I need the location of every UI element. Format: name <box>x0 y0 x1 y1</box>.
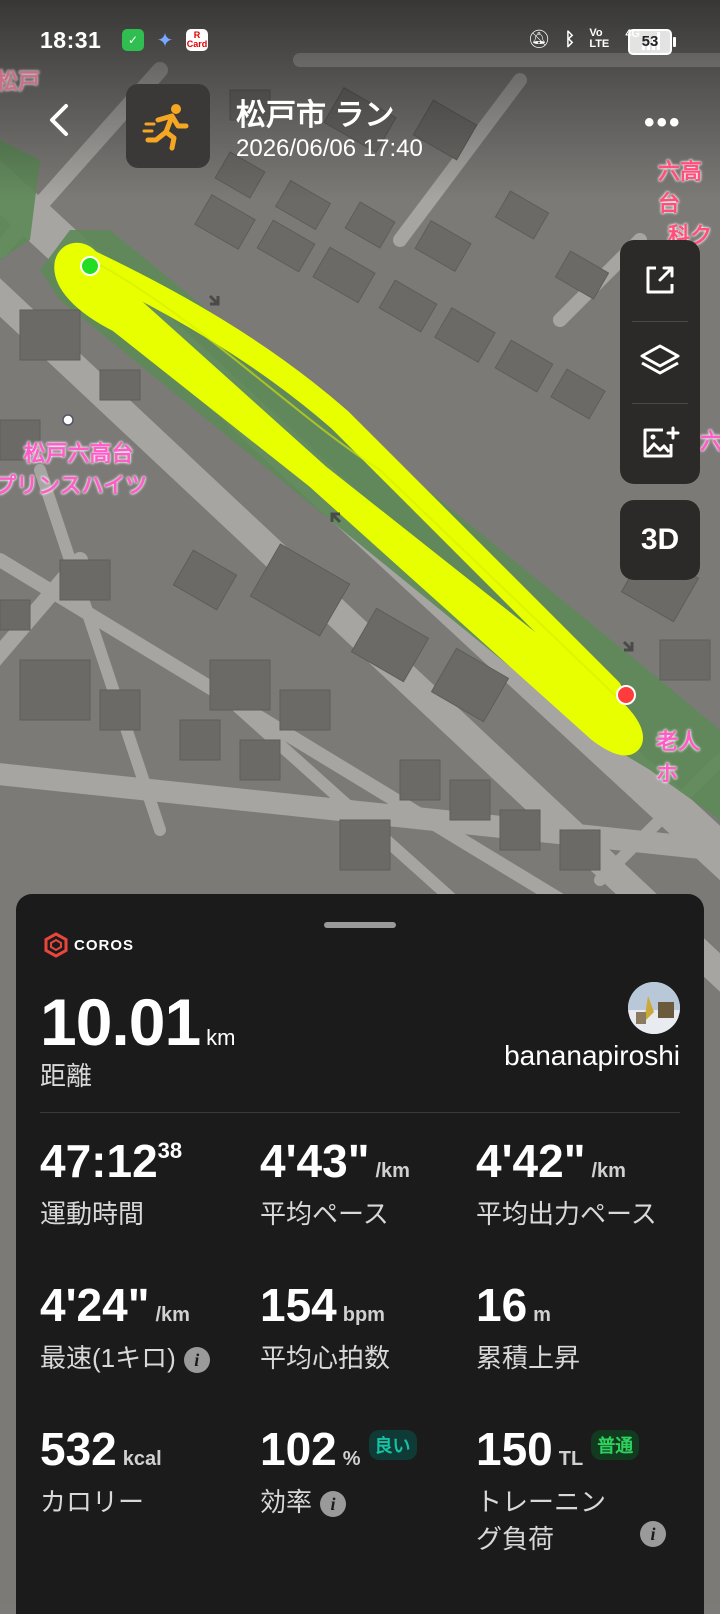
stat-unit: /km <box>591 1160 626 1182</box>
stat-avg-pace: 4'43"/km 平均ペース <box>260 1134 410 1231</box>
stat-value: 4'42"/km <box>476 1134 657 1188</box>
running-icon <box>126 84 210 168</box>
stat-value: 150 TL 普通 <box>476 1422 666 1476</box>
stat-main: 4'43" <box>260 1135 370 1187</box>
status-bar: 18:31 ✓ ✦ R Card 🔕︎ ᛒ Vo LTE 4G 53 <box>0 0 720 80</box>
share-icon <box>646 266 674 294</box>
coros-hexagon-icon <box>44 932 68 958</box>
stat-unit: TL <box>558 1448 584 1470</box>
stat-main: 16 <box>476 1279 528 1331</box>
stat-label: 平均心拍数 <box>260 1343 391 1373</box>
stat-label-line2: グ負荷 <box>476 1524 555 1554</box>
stat-label: カロリー <box>40 1487 145 1517</box>
mute-bell-icon: 🔕︎ <box>527 28 551 49</box>
gemini-icon: ✦ <box>156 29 174 52</box>
stat-label-row: グ負荷 i <box>476 1519 666 1556</box>
stat-label: 運動時間 <box>40 1199 145 1229</box>
stat-moving-time: 47:1238 運動時間 <box>40 1134 182 1231</box>
stat-label: トレーニン <box>476 1487 607 1517</box>
stat-label: 平均ペース <box>260 1199 389 1229</box>
volte-icon: Vo LTE <box>589 27 610 50</box>
stat-elevation-gain: 16 m 累積上昇 <box>476 1278 580 1375</box>
map-label-nursing-home: 老人ホ <box>656 729 701 786</box>
drag-handle[interactable] <box>324 922 396 928</box>
stat-main: 4'42" <box>476 1135 586 1187</box>
stat-main: 150 <box>476 1423 553 1475</box>
chevron-left-icon <box>50 104 68 136</box>
more-options-button[interactable]: ••• <box>644 106 682 140</box>
stat-fastest-km: 4'24"/km 最速(1キロ) i <box>40 1278 210 1375</box>
info-icon[interactable]: i <box>640 1521 666 1547</box>
battery-indicator: 53 <box>628 29 676 55</box>
3d-view-button[interactable]: 3D <box>620 500 700 580</box>
image-add-icon <box>643 426 680 458</box>
info-icon[interactable]: i <box>320 1491 347 1518</box>
stat-label-row: 効率 i <box>260 1482 417 1519</box>
divider <box>40 1112 680 1113</box>
stat-main: 102 <box>260 1423 337 1475</box>
map-label-roku: 六 <box>700 429 720 454</box>
stat-unit: /km <box>155 1304 190 1326</box>
share-button[interactable] <box>620 240 700 320</box>
layers-button[interactable] <box>620 322 700 402</box>
stat-main: 47:12 <box>40 1135 158 1187</box>
stat-superscript: 38 <box>157 1138 183 1163</box>
username[interactable]: bananapiroshi <box>504 1040 680 1072</box>
avatar[interactable] <box>628 982 680 1034</box>
stat-training-load: 150 TL 普通 トレーニン グ負荷 i <box>476 1422 666 1556</box>
activity-title: 松戸市 ラン <box>236 99 395 132</box>
shield-icon: ✓ <box>122 29 144 51</box>
map-label-line: 松戸六高台 <box>23 441 134 466</box>
layers-icon <box>640 344 680 375</box>
map-toolbar <box>620 240 700 484</box>
start-marker <box>80 256 100 276</box>
bluetooth-icon: ᛒ <box>564 28 576 49</box>
more-horizontal-icon: ••• <box>644 106 682 139</box>
status-time: 18:31 <box>40 27 102 53</box>
stat-unit: % <box>342 1448 361 1470</box>
activity-header: 松戸市 ラン 2026/06/06 17:40 ••• <box>0 80 720 170</box>
map-label-line: プリンスハイツ <box>0 473 148 498</box>
stat-label: 平均出力ペース <box>476 1199 657 1229</box>
stat-unit: kcal <box>122 1448 162 1470</box>
back-button[interactable] <box>44 100 84 150</box>
end-marker <box>616 685 636 705</box>
stat-calories: 532 kcal カロリー <box>40 1422 162 1519</box>
stat-value: 4'24"/km <box>40 1278 210 1332</box>
stat-value: 4'43"/km <box>260 1134 410 1188</box>
stat-unit: /km <box>375 1160 410 1182</box>
stat-label: 最速(1キロ) <box>40 1343 176 1373</box>
stat-unit: m <box>533 1304 551 1326</box>
brand-name: COROS <box>74 936 135 954</box>
stat-label-row: 最速(1キロ) i <box>40 1338 210 1375</box>
efficiency-badge: 良い <box>368 1429 417 1460</box>
poi-marker <box>62 414 74 426</box>
stat-value: 102 % 良い <box>260 1422 417 1476</box>
stat-avg-heart-rate: 154 bpm 平均心拍数 <box>260 1278 390 1375</box>
stat-main: 532 <box>40 1423 117 1475</box>
stat-value: 532 kcal <box>40 1422 162 1476</box>
stat-value: 47:1238 <box>40 1134 182 1188</box>
info-icon[interactable]: i <box>183 1347 210 1374</box>
add-image-button[interactable] <box>620 404 700 484</box>
distance-unit: km <box>206 1025 236 1050</box>
rakuten-card-icon: R Card <box>186 29 208 51</box>
activity-summary-panel[interactable]: COROS 10.01 km 距離 bananapiroshi 47:1238 運… <box>16 894 704 1614</box>
map-label-prince-heights: 松戸六高台 プリンスハイツ <box>0 436 147 500</box>
stat-efficiency: 102 % 良い 効率 i <box>260 1422 417 1519</box>
stat-label: 効率 <box>260 1487 313 1517</box>
training-load-badge: 普通 <box>591 1429 640 1460</box>
stat-value: 154 bpm <box>260 1278 390 1332</box>
distance-value: 10.01 km <box>40 984 236 1060</box>
distance-label: 距離 <box>40 1061 93 1091</box>
activity-datetime: 2026/06/06 17:40 <box>236 135 423 162</box>
stat-avg-power-pace: 4'42"/km 平均出力ペース <box>476 1134 657 1231</box>
distance-number: 10.01 <box>40 985 201 1059</box>
stat-unit: bpm <box>342 1304 385 1326</box>
stat-label: 累積上昇 <box>476 1343 581 1373</box>
stat-value: 16 m <box>476 1278 580 1332</box>
stat-main: 4'24" <box>40 1279 150 1331</box>
stat-main: 154 <box>260 1279 337 1331</box>
coros-logo: COROS <box>44 932 134 958</box>
